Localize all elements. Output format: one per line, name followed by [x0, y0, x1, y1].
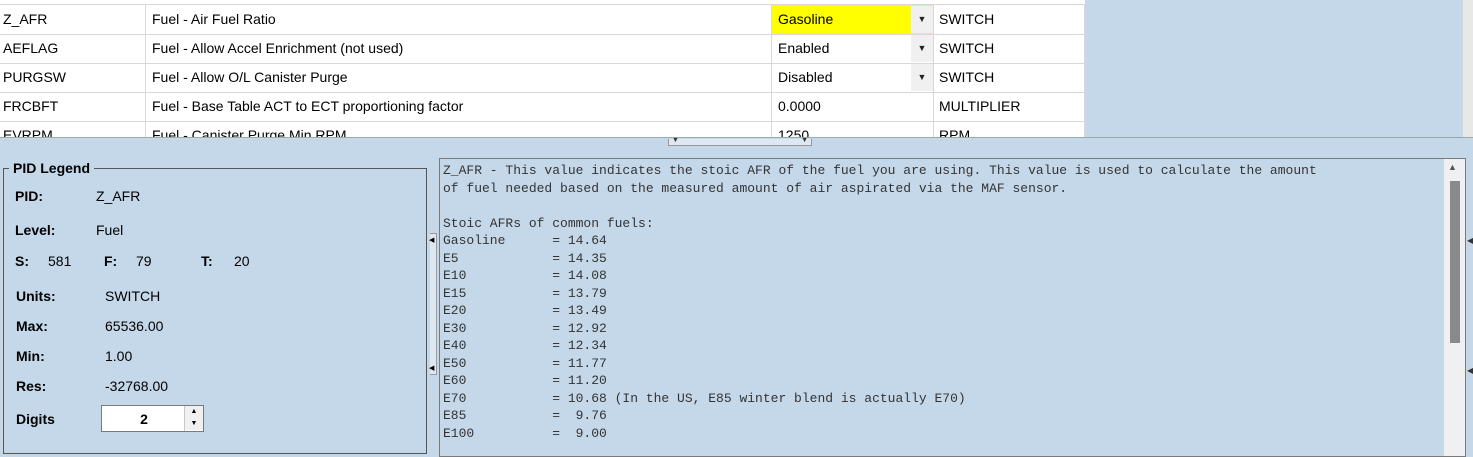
caret-left-icon[interactable]: ◀ [1467, 236, 1473, 245]
value-text: Enabled [778, 40, 830, 56]
pid-cell[interactable]: Z_AFR [0, 5, 146, 34]
grid-scrollbar[interactable] [1463, 0, 1473, 137]
desc-cell[interactable]: Fuel - Allow O/L Canister Purge [146, 63, 772, 92]
pid-cell[interactable]: FRCBFT [0, 92, 146, 121]
unit-cell[interactable]: SWITCH [934, 34, 1085, 63]
scroll-thumb[interactable] [1450, 181, 1460, 343]
res-label: Res: [16, 378, 47, 394]
vertical-splitter-grip[interactable]: ◀ ◀ [429, 233, 437, 375]
caret-left-icon: ◀ [429, 365, 435, 372]
min-value: 1.00 [105, 348, 133, 364]
min-label: Min: [16, 348, 45, 364]
splitter-grip[interactable]: ▼ ▼ [668, 137, 812, 146]
digits-value[interactable]: 2 [102, 411, 186, 427]
level-label: Level: [15, 222, 56, 238]
pid-cell[interactable]: AEFLAG [0, 34, 146, 63]
table-row[interactable]: FRCBFT Fuel - Base Table ACT to ECT prop… [0, 92, 1085, 122]
scroll-up-icon[interactable]: ▲ [1448, 162, 1457, 172]
chevron-down-icon[interactable]: ▼ [911, 35, 933, 62]
level-value: Fuel [96, 222, 124, 238]
pid-value: Z_AFR [96, 188, 141, 204]
desc-cell[interactable]: Fuel - Base Table ACT to ECT proportioni… [146, 92, 772, 121]
grid-empty-area [1085, 0, 1463, 137]
stepper-buttons: ▲ ▼ [184, 406, 203, 431]
unit-cell[interactable]: SWITCH [934, 63, 1085, 92]
pid-description-textbox[interactable]: Z_AFR - This value indicates the stoic A… [439, 158, 1466, 457]
f-value: 79 [136, 253, 152, 269]
max-value: 65536.00 [105, 318, 164, 334]
pid-cell[interactable]: PURGSW [0, 63, 146, 92]
s-label: S: [15, 253, 29, 269]
value-dropdown[interactable]: Disabled ▼ [772, 63, 934, 92]
pid-legend-group [3, 168, 427, 454]
pid-label: PID: [15, 188, 43, 204]
chevron-down-icon[interactable]: ▼ [911, 64, 933, 91]
description-text[interactable]: Z_AFR - This value indicates the stoic A… [440, 159, 1465, 442]
value-text: Gasoline [778, 11, 834, 27]
digits-stepper[interactable]: 2 ▲ ▼ [101, 405, 204, 432]
chevron-down-icon[interactable]: ▼ [911, 6, 933, 33]
t-value: 20 [234, 253, 250, 269]
units-label: Units: [16, 288, 56, 304]
spin-down-icon[interactable]: ▼ [185, 418, 203, 430]
desc-cell[interactable]: Fuel - Allow Accel Enrichment (not used) [146, 34, 772, 63]
units-value: SWITCH [105, 288, 161, 304]
f-label: F: [104, 253, 118, 269]
table-row[interactable]: PURGSW Fuel - Allow O/L Canister Purge D… [0, 63, 1085, 93]
res-value: -32768.00 [105, 378, 169, 394]
desc-cell[interactable]: Fuel - Air Fuel Ratio [146, 5, 772, 34]
max-label: Max: [16, 318, 48, 334]
table-row[interactable]: AEFLAG Fuel - Allow Accel Enrichment (no… [0, 34, 1085, 64]
pid-cell[interactable]: EVRPM [0, 121, 146, 137]
value-dropdown[interactable]: Gasoline ▼ [772, 5, 934, 34]
s-value: 581 [48, 253, 72, 269]
legend-title: PID Legend [9, 160, 95, 176]
desc-cell[interactable]: Fuel - Canister Purge Min RPM [146, 121, 772, 137]
digits-label: Digits [16, 411, 55, 427]
table-row[interactable]: EVRPM Fuel - Canister Purge Min RPM 1250… [0, 121, 1085, 137]
value-dropdown[interactable]: Enabled ▼ [772, 34, 934, 63]
value-cell[interactable]: 0.0000 [772, 92, 934, 121]
caret-down-icon: ▼ [801, 137, 808, 144]
unit-cell[interactable]: SWITCH [934, 5, 1085, 34]
t-label: T: [201, 253, 213, 269]
caret-left-icon: ◀ [429, 237, 435, 244]
table-row[interactable]: Z_AFR Fuel - Air Fuel Ratio Gasoline ▼ S… [0, 5, 1085, 35]
value-text: Disabled [778, 69, 833, 85]
right-edge-panel [1466, 147, 1473, 457]
pid-grid: Z_AFR Fuel - Air Fuel Ratio Gasoline ▼ S… [0, 0, 1085, 137]
unit-cell[interactable]: MULTIPLIER [934, 92, 1085, 121]
caret-down-icon: ▼ [672, 137, 679, 144]
value-cell[interactable]: 1250 [772, 121, 934, 137]
caret-left-icon[interactable]: ◀ [1467, 366, 1473, 375]
description-scrollbar[interactable]: ▲ [1444, 159, 1465, 456]
unit-cell[interactable]: RPM [934, 121, 1085, 137]
